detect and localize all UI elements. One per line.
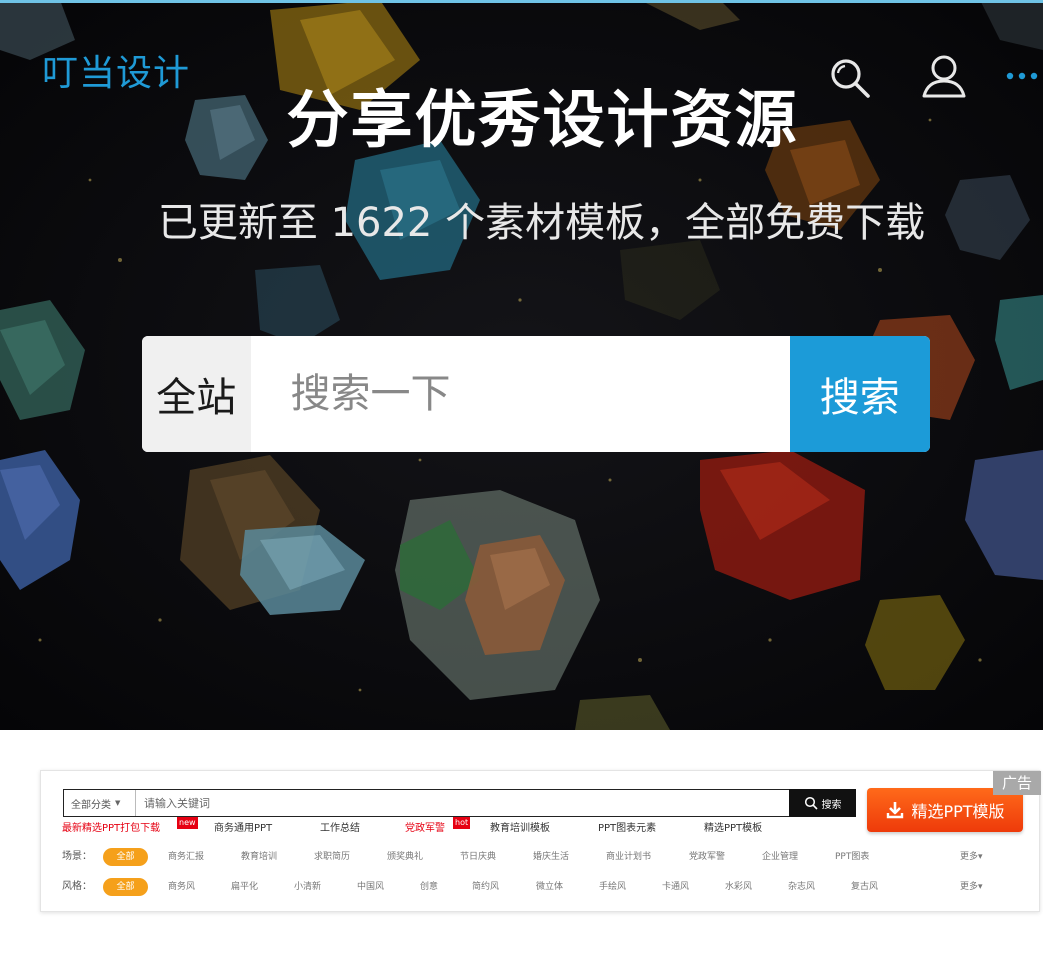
search-icon <box>804 796 818 810</box>
scene-option[interactable]: 商务汇报 <box>168 848 204 866</box>
scene-option[interactable]: 婚庆生活 <box>533 848 569 866</box>
style-option[interactable]: 扁平化 <box>231 878 258 896</box>
style-option[interactable]: 杂志风 <box>788 878 815 896</box>
hero-title: 分享优秀设计资源 <box>286 83 799 156</box>
style-option[interactable]: 简约风 <box>472 878 499 896</box>
scene-option[interactable]: 节日庆典 <box>460 848 496 866</box>
scene-option[interactable]: 企业管理 <box>762 848 798 866</box>
style-option[interactable]: 水彩风 <box>725 878 752 896</box>
scene-more-toggle[interactable]: 更多▾ <box>960 848 983 866</box>
quick-link[interactable]: 精选PPT模板 <box>704 822 762 836</box>
main-search-input[interactable] <box>250 336 790 452</box>
scene-option[interactable]: 教育培训 <box>241 848 277 866</box>
scene-option[interactable]: 求职简历 <box>314 848 350 866</box>
scene-filter-all[interactable]: 全部 <box>103 848 148 866</box>
quick-link[interactable]: 工作总结 <box>320 822 360 836</box>
ad-search-bar: 全部分类 ▼ <box>63 789 856 817</box>
search-scope-selector[interactable]: 全站 <box>142 336 251 452</box>
quick-link[interactable]: 党政军警 <box>405 822 445 836</box>
featured-ppt-label: 精选PPT模版 <box>911 802 1005 821</box>
caret-down-icon: ▼ <box>115 799 121 807</box>
quick-link[interactable]: PPT图表元素 <box>598 822 656 836</box>
hero-subtitle: 已更新至 1622 个素材模板，全部免费下载 <box>157 200 926 246</box>
hero-banner: 叮当设计 分享优秀设计资源 已更新至 1622 个素材模板，全部免费下载 全站 … <box>0 0 1043 730</box>
category-select[interactable]: 全部分类 ▼ <box>64 790 136 816</box>
download-icon <box>887 802 904 819</box>
scene-filter-label: 场景： <box>62 851 92 862</box>
style-filter-label: 风格： <box>62 881 92 892</box>
style-option[interactable]: 复古风 <box>851 878 878 896</box>
keyword-input[interactable] <box>136 790 855 816</box>
style-filter-row: 风格： 全部 商务风 扁平化 小清新 中国风 创意 简约风 微立体 手绘风 卡通… <box>62 878 1022 896</box>
quick-link[interactable]: 教育培训模板 <box>490 822 550 836</box>
style-option[interactable]: 商务风 <box>168 878 195 896</box>
ad-search-panel: 全部分类 ▼ 搜索 精选PPT模版 最新精选PPT打包下载 new 商务通用PP… <box>40 770 1040 912</box>
scene-option[interactable]: 党政军警 <box>689 848 725 866</box>
scene-option[interactable]: PPT图表 <box>835 848 869 866</box>
category-select-label: 全部分类 <box>71 799 111 811</box>
scene-option[interactable]: 商业计划书 <box>606 848 651 866</box>
style-option[interactable]: 微立体 <box>536 878 563 896</box>
quick-link[interactable]: 最新精选PPT打包下载 <box>62 822 160 836</box>
top-accent-line <box>0 0 1043 3</box>
style-more-toggle[interactable]: 更多▾ <box>960 878 983 896</box>
style-filter-all[interactable]: 全部 <box>103 878 148 896</box>
style-option[interactable]: 小清新 <box>294 878 321 896</box>
new-badge: new <box>177 817 198 829</box>
scene-option[interactable]: 颁奖典礼 <box>387 848 423 866</box>
scene-filter-row: 场景： 全部 商务汇报 教育培训 求职简历 颁奖典礼 节日庆典 婚庆生活 商业计… <box>62 848 1022 866</box>
ad-search-button[interactable]: 搜索 <box>789 789 856 817</box>
ad-search-button-label: 搜索 <box>821 799 842 811</box>
style-option[interactable]: 创意 <box>420 878 438 896</box>
ad-label: 广告 <box>993 771 1041 795</box>
style-option[interactable]: 卡通风 <box>662 878 689 896</box>
hot-badge: hot <box>453 817 471 829</box>
quick-link[interactable]: 商务通用PPT <box>214 822 272 836</box>
style-option[interactable]: 手绘风 <box>599 878 626 896</box>
style-option[interactable]: 中国风 <box>357 878 384 896</box>
main-search-button[interactable]: 搜索 <box>789 336 930 452</box>
main-search-bar: 全站 搜索 <box>142 336 930 452</box>
